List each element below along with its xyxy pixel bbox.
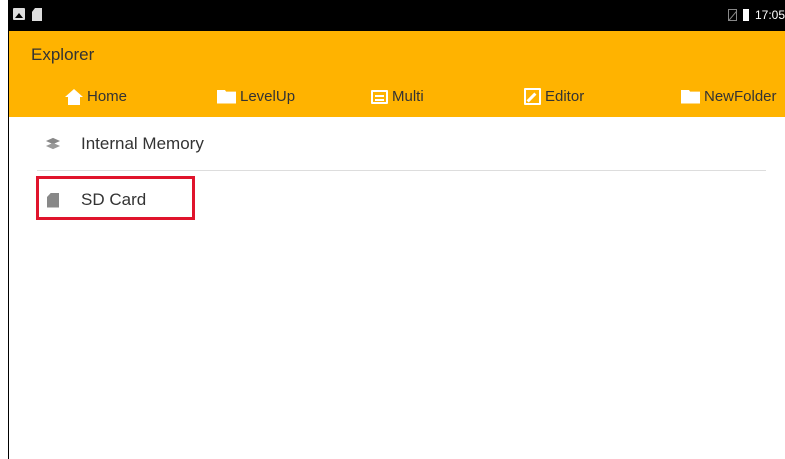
app-bar: Explorer Home LevelUp Multi Editor NewFo… (9, 31, 785, 117)
app-title: Explorer (31, 45, 95, 64)
list-item-label: Internal Memory (81, 134, 204, 153)
home-label: Home (87, 88, 128, 105)
new-folder-label: NewFolder (704, 88, 777, 105)
new-folder-icon (681, 89, 700, 104)
editor-button[interactable]: Editor (524, 88, 584, 105)
no-sim-icon (727, 9, 737, 21)
level-up-button[interactable]: LevelUp (217, 88, 295, 105)
level-up-label: LevelUp (240, 88, 296, 105)
list-item-sd-card[interactable]: SD Card (9, 183, 766, 217)
folder-up-icon (217, 89, 236, 104)
multi-select-icon (371, 89, 388, 104)
new-folder-button[interactable]: NewFolder (681, 88, 777, 105)
storage-list: Internal Memory SD Card (9, 117, 785, 459)
list-divider (37, 170, 766, 171)
status-bar: 17:05 (9, 0, 785, 31)
list-item-label: SD Card (81, 190, 147, 209)
status-bar-right: 17:05 (727, 8, 785, 22)
editor-label: Editor (545, 88, 585, 105)
list-item-internal-memory[interactable]: Internal Memory (9, 127, 766, 161)
status-bar-left (13, 8, 42, 21)
battery-icon (742, 9, 749, 21)
image-icon (13, 8, 25, 20)
home-button[interactable]: Home (65, 88, 127, 105)
sd-card-icon (47, 192, 59, 208)
edit-icon (524, 88, 541, 105)
multi-label: Multi (392, 88, 424, 105)
layers-icon (47, 138, 61, 150)
sd-card-icon (32, 8, 42, 21)
home-icon (65, 88, 83, 105)
multi-button[interactable]: Multi (371, 88, 424, 105)
status-time: 17:05 (754, 8, 785, 22)
